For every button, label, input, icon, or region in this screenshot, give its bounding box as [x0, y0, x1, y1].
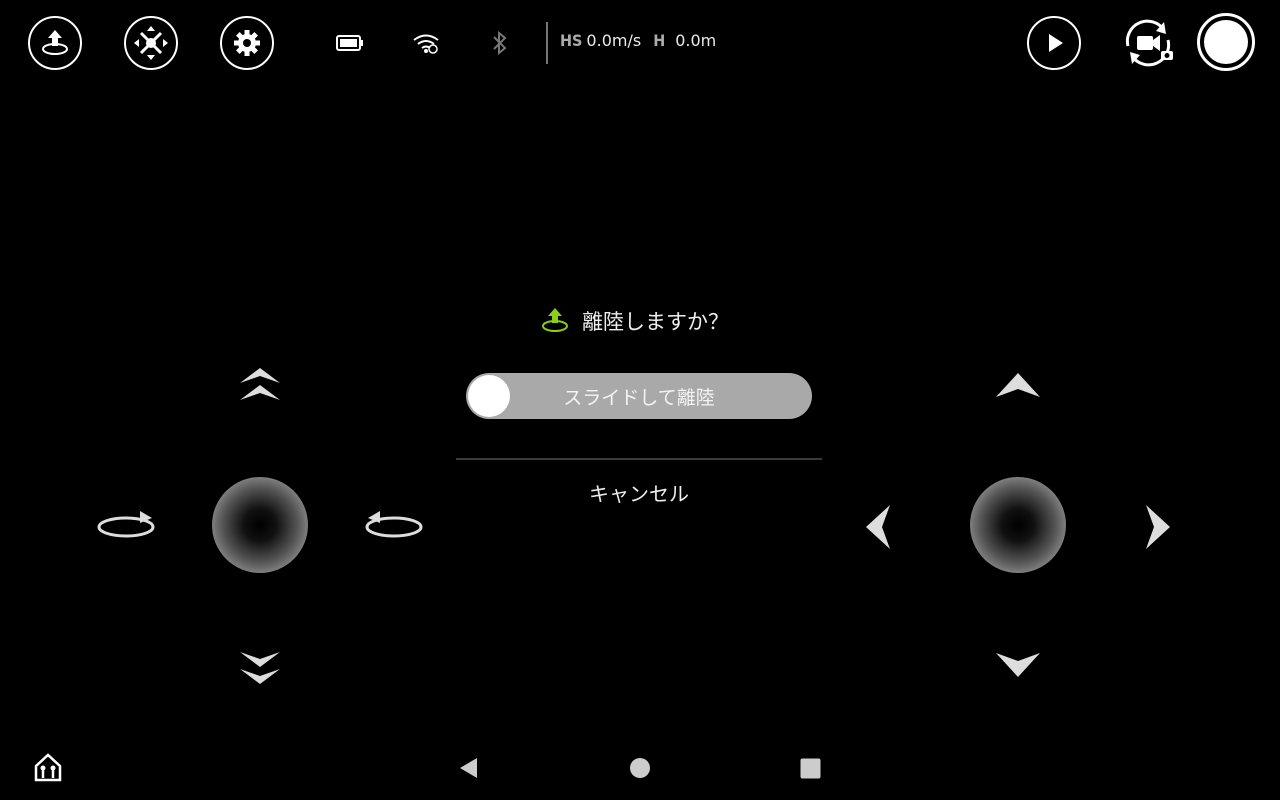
video-camera-switch-icon: [1125, 19, 1173, 67]
playback-button[interactable]: [1027, 16, 1081, 70]
left-joystick-knob[interactable]: [212, 477, 308, 573]
settings-button[interactable]: [220, 16, 274, 70]
left-arrow-icon: [866, 505, 890, 549]
descend-icon: [240, 652, 280, 684]
takeoff-icon: [542, 308, 568, 332]
right-arrow-icon: [1146, 505, 1170, 549]
h-label: H: [653, 31, 666, 50]
recents-square-icon: [800, 758, 821, 779]
cancel-button[interactable]: キャンセル: [456, 478, 822, 507]
right-joystick[interactable]: [820, 327, 1216, 723]
right-joystick-knob[interactable]: [970, 477, 1066, 573]
shutter-inner: [1204, 20, 1248, 64]
hs-label: HS: [560, 31, 583, 50]
slide-to-takeoff-knob[interactable]: [468, 375, 510, 417]
switch-camera-mode-button[interactable]: [1120, 16, 1176, 70]
backward-icon: [996, 653, 1040, 677]
play-icon: [1049, 34, 1063, 52]
left-joystick[interactable]: [62, 327, 458, 723]
bluetooth-status: [490, 30, 510, 56]
battery-icon: [336, 35, 363, 51]
h-value: 0.0m: [675, 31, 717, 50]
takeoff-dialog-title: 離陸しますか？: [540, 306, 729, 336]
takeoff-dialog-title-text: 離陸しますか？: [582, 310, 729, 334]
battery-status: [336, 30, 364, 56]
gear-icon: [234, 30, 260, 56]
nav-recents-button[interactable]: [800, 758, 821, 783]
slide-to-takeoff-slider[interactable]: スライドして離陸: [466, 373, 812, 419]
return-home-icon: [34, 753, 62, 782]
back-triangle-icon: [460, 758, 477, 778]
wifi-status: [412, 30, 440, 56]
rotate-right-icon: [365, 511, 423, 538]
shutter-button[interactable]: [1197, 13, 1255, 71]
hs-value: 0.0m/s: [586, 31, 642, 50]
toolbar-separator: [546, 22, 548, 64]
dialog-divider: [456, 458, 822, 460]
go-home-button[interactable]: [33, 752, 63, 782]
drone-icon: [134, 26, 168, 60]
drone-mode-button[interactable]: [124, 16, 178, 70]
rotate-left-icon: [97, 511, 155, 538]
takeoff-icon: [42, 30, 68, 55]
ascend-icon: [240, 368, 280, 400]
forward-icon: [996, 373, 1040, 397]
telemetry-readout: HS 0.0m/s H 0.0m: [560, 31, 716, 50]
bluetooth-icon: [493, 30, 507, 56]
nav-back-button[interactable]: [457, 756, 481, 784]
nav-home-button[interactable]: [629, 757, 651, 783]
slide-to-takeoff-label: スライドして離陸: [563, 387, 715, 409]
wifi-icon: [413, 34, 439, 54]
takeoff-button[interactable]: [28, 16, 82, 70]
home-circle-icon: [630, 758, 650, 778]
